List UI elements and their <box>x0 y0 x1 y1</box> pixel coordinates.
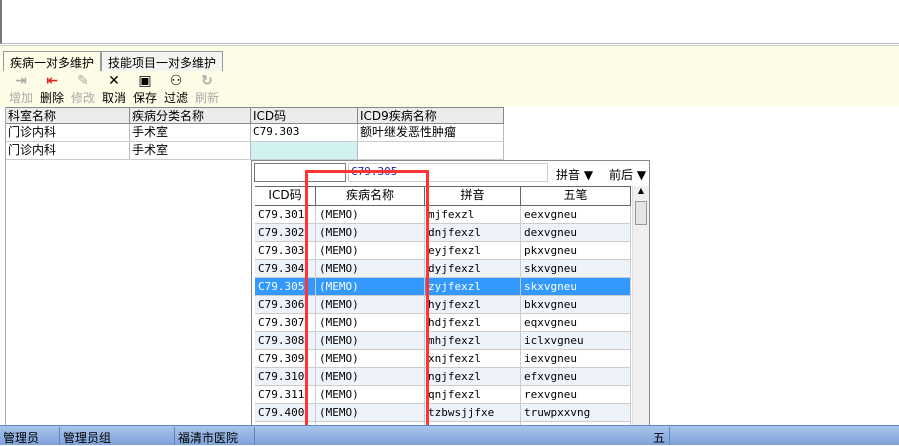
column-header[interactable]: ICD码 <box>251 107 358 124</box>
lookup-cell: dexvgneu <box>521 224 631 242</box>
toolbar-label: 取消 <box>101 91 126 105</box>
column-header[interactable]: 科室名称 <box>6 107 130 124</box>
edit-icon: ✎ <box>77 73 89 89</box>
column-header[interactable]: 疾病分类名称 <box>130 107 251 124</box>
highlight-box <box>305 170 429 434</box>
lookup-cell: eqxvgneu <box>521 314 631 332</box>
lookup-cell: bkxvgneu <box>521 296 631 314</box>
toolbar-button-6[interactable]: ↻ 刷新 <box>192 73 222 106</box>
order-label: 前后 <box>609 168 634 182</box>
lookup-cell: zyjfexzl <box>425 278 521 296</box>
refresh-icon: ↻ <box>201 73 213 89</box>
grid-cell[interactable]: 手术室 <box>130 142 251 160</box>
lookup-cell: iclxvgneu <box>521 332 631 350</box>
scrollbar[interactable]: ▲ ▼ <box>632 186 649 443</box>
grid-cell[interactable]: 手术室 <box>130 124 251 142</box>
column-header[interactable]: 五笔 <box>521 186 631 206</box>
grid-cell[interactable]: C79.303 <box>251 124 358 142</box>
toolbar-label: 修改 <box>70 91 95 105</box>
column-header[interactable]: ICD9疾病名称 <box>358 107 504 124</box>
lookup-cell: ngjfexzl <box>425 368 521 386</box>
lookup-cell: efxvgneu <box>521 368 631 386</box>
delete-icon: ⇤ <box>46 73 58 89</box>
scroll-thumb[interactable] <box>635 201 647 225</box>
lookup-cell: mjfexzl <box>425 206 521 224</box>
lookup-cell: eexvgneu <box>521 206 631 224</box>
order-select[interactable]: 前后 ▼ <box>609 166 651 183</box>
toolbar: ⇥ 增加 ⇤ 删除 ✎ 修改 ✕ 取消 ▣ 保存 ⚇ 过滤 ↻ 刷新 <box>0 71 899 107</box>
lookup-cell: xnjfexzl <box>425 350 521 368</box>
chevron-down-icon: ▼ <box>583 168 594 182</box>
toolbar-button-2[interactable]: ✎ 修改 <box>68 73 98 106</box>
icd-edit-cell[interactable] <box>251 142 358 160</box>
grid-cell[interactable]: 门诊内科 <box>6 142 130 160</box>
lookup-cell: skxvgneu <box>521 260 631 278</box>
window-top <box>0 0 899 44</box>
toolbar-label: 增加 <box>8 91 33 105</box>
lookup-cell: eyjfexzl <box>425 242 521 260</box>
status-hospital: 福清市医院 <box>175 427 255 445</box>
toolbar-button-4[interactable]: ▣ 保存 <box>130 73 160 106</box>
toolbar-label: 过滤 <box>163 91 188 105</box>
tab-bar: 疾病一对多维护 技能项目一对多维护 <box>0 45 899 71</box>
lookup-cell: truwpxxvng <box>521 404 631 422</box>
toolbar-label: 删除 <box>39 91 64 105</box>
tab-skill[interactable]: 技能项目一对多维护 <box>101 51 224 71</box>
lookup-cell: tzbwsjjfxe <box>425 404 521 422</box>
toolbar-button-1[interactable]: ⇤ 删除 <box>37 73 67 106</box>
status-group: 管理员组 <box>60 427 175 445</box>
grid-cell[interactable] <box>358 142 504 160</box>
toolbar-button-5[interactable]: ⚇ 过滤 <box>161 73 191 106</box>
tab-disease[interactable]: 疾病一对多维护 <box>3 51 102 71</box>
cancel-icon: ✕ <box>108 73 120 89</box>
status-bar: 管理员 管理员组 福清市医院 五 <box>0 425 899 445</box>
pinyin-select[interactable]: 拼音 ▼ <box>556 166 593 183</box>
scroll-up-icon[interactable]: ▲ <box>633 186 649 195</box>
add-icon: ⇥ <box>15 73 27 89</box>
lookup-cell: hyjfexzl <box>425 296 521 314</box>
column-header[interactable]: 拼音 <box>425 186 521 206</box>
grid-header: 科室名称 疾病分类名称 ICD码 ICD9疾病名称 <box>6 107 505 124</box>
save-icon: ▣ <box>138 73 152 89</box>
lookup-cell: rexvgneu <box>521 386 631 404</box>
pinyin-label: 拼音 <box>556 168 581 182</box>
status-user: 管理员 <box>0 427 60 445</box>
table-row[interactable]: 门诊内科 手术室 <box>6 142 505 160</box>
table-row[interactable]: 门诊内科 手术室 C79.303 额叶继发恶性肿瘤 <box>6 124 505 142</box>
lookup-cell: hdjfexzl <box>425 314 521 332</box>
chevron-down-icon: ▼ <box>636 168 647 182</box>
grid-cell[interactable]: 门诊内科 <box>6 124 130 142</box>
lookup-cell: skxvgneu <box>521 278 631 296</box>
lookup-cell: dyjfexzl <box>425 260 521 278</box>
lookup-cell: iexvgneu <box>521 350 631 368</box>
toolbar-label: 刷新 <box>194 91 219 105</box>
lookup-cell: qnjfexzl <box>425 386 521 404</box>
lookup-cell: mhjfexzl <box>425 332 521 350</box>
lookup-cell: dnjfexzl <box>425 224 521 242</box>
binoculars-icon: ⚇ <box>169 73 183 89</box>
status-input-mode: 五 <box>650 427 670 445</box>
lookup-cell: pkxvgneu <box>521 242 631 260</box>
toolbar-label: 保存 <box>132 91 157 105</box>
grid-cell[interactable]: 额叶继发恶性肿瘤 <box>358 124 504 142</box>
toolbar-button-3[interactable]: ✕ 取消 <box>99 73 129 106</box>
main-grid: 科室名称 疾病分类名称 ICD码 ICD9疾病名称 门诊内科 手术室 C79.303 额叶继发… <box>6 107 505 160</box>
toolbar-button-0[interactable]: ⇥ 增加 <box>6 73 36 106</box>
